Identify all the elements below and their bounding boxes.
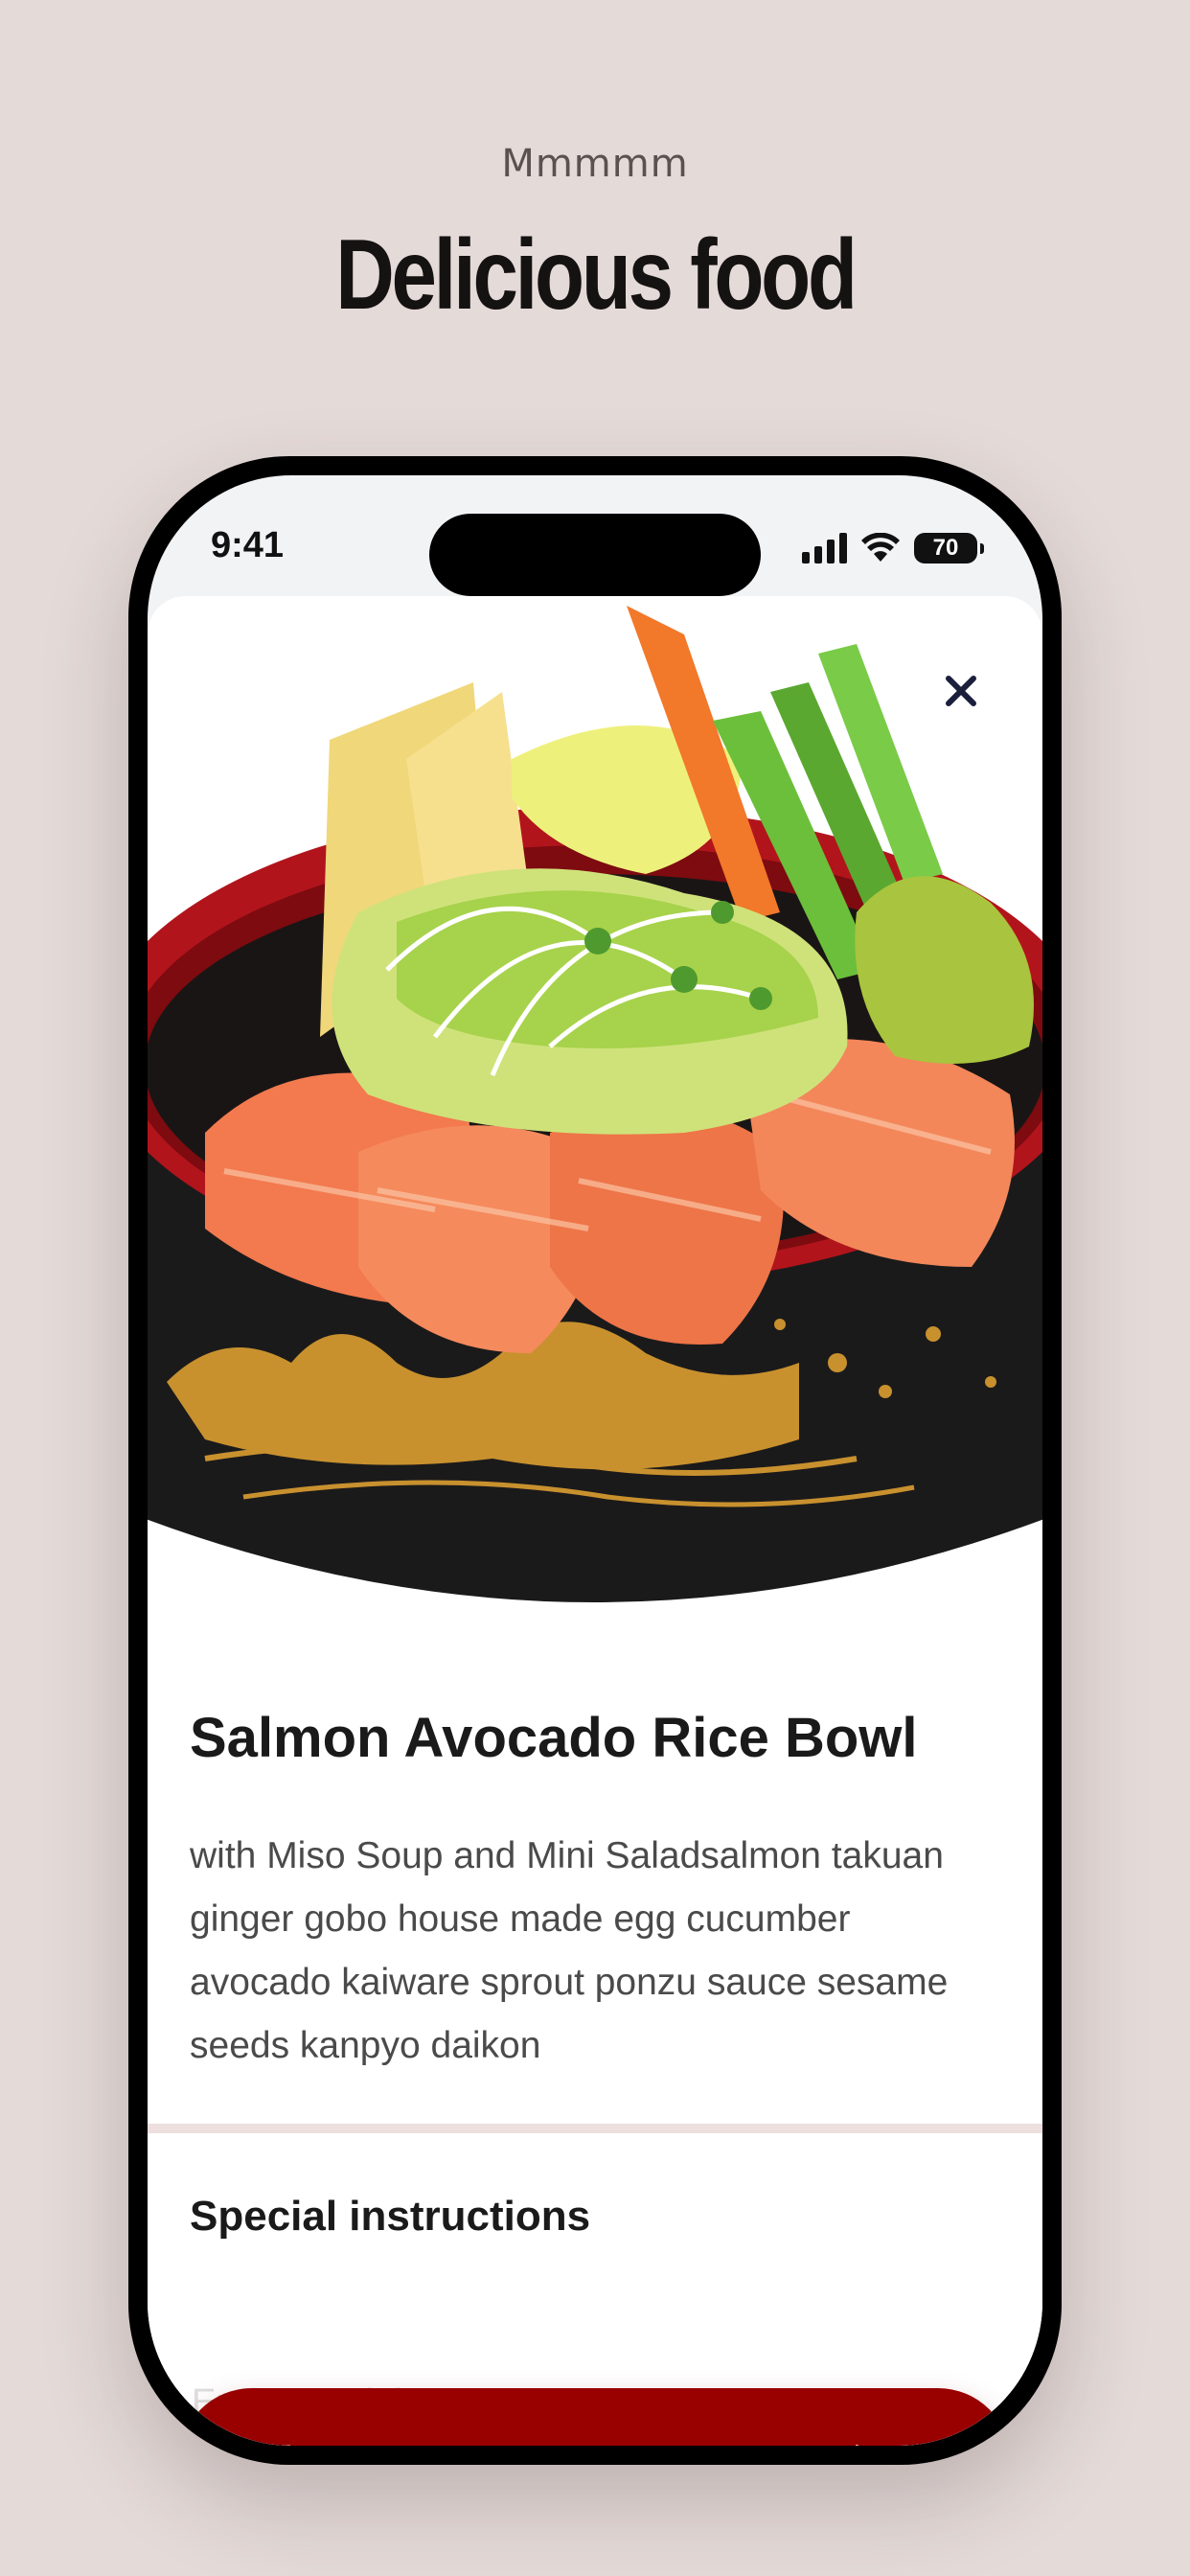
- phone-screen: 9:41 70 Salmon Avocado Rice Bowl with Mi…: [148, 475, 1042, 2446]
- add-to-cart-label: Add to cart: [221, 2438, 416, 2446]
- phone-frame: 9:41 70 Salmon Avocado Rice Bowl with Mi…: [128, 456, 1062, 2465]
- battery-icon: 70: [914, 533, 984, 564]
- special-instructions-label: Special instructions: [190, 2193, 591, 2240]
- close-button[interactable]: [931, 661, 991, 721]
- status-time: 9:41: [211, 525, 285, 565]
- cellular-signal-icon: [802, 533, 847, 564]
- dynamic-island: [429, 514, 761, 596]
- kicker-text: Mmmmm: [501, 142, 689, 186]
- section-divider: [148, 2124, 1042, 2133]
- food-image: [148, 596, 1042, 1679]
- close-icon: [946, 676, 976, 706]
- item-description: with Miso Soup and Mini Saladsalmon taku…: [190, 1835, 949, 2066]
- status-icons: 70: [802, 529, 984, 567]
- item-detail-sheet: Salmon Avocado Rice Bowl with Miso Soup …: [148, 596, 1042, 2446]
- cart-price: $23.50: [846, 2438, 969, 2446]
- wifi-icon: [861, 533, 900, 562]
- headline: Delicious food: [335, 219, 858, 331]
- add-to-cart-button[interactable]: Add to cart $23.50: [179, 2388, 1011, 2446]
- item-title: Salmon Avocado Rice Bowl: [190, 1707, 918, 1769]
